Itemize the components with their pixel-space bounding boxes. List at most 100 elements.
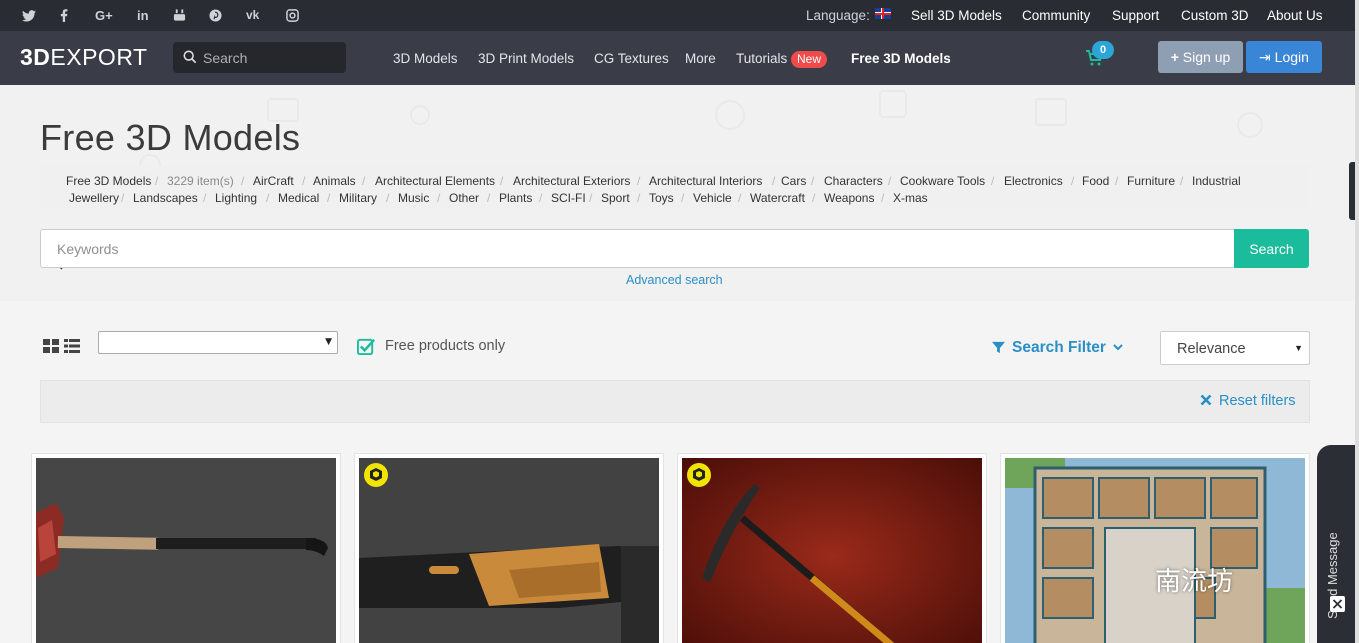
product-card[interactable] <box>677 453 987 643</box>
category-link[interactable]: Jewellery <box>69 191 119 205</box>
category-separator: / <box>121 191 125 205</box>
nav-cg-textures[interactable]: CG Textures <box>594 51 669 66</box>
breadcrumb-root[interactable]: Free 3D Models <box>66 174 151 188</box>
3d-print-badge-icon <box>687 463 711 487</box>
breadcrumb-separator: / <box>241 174 245 188</box>
category-link[interactable]: Landscapes <box>133 191 198 205</box>
item-count: 3229 item(s) <box>167 174 234 188</box>
category-link[interactable]: Music <box>398 191 429 205</box>
logo-bold: 3D <box>20 44 51 70</box>
category-link[interactable]: Cookware Tools <box>900 174 985 188</box>
product-image[interactable] <box>1005 458 1305 643</box>
category-link[interactable]: Food <box>1082 174 1109 188</box>
category-link[interactable]: Animals <box>313 174 356 188</box>
youtube-icon[interactable] <box>173 0 186 31</box>
keywords-search-button[interactable]: Search <box>1234 229 1309 268</box>
category-link[interactable]: Architectural Interiors <box>649 174 762 188</box>
category-link[interactable]: Medical <box>278 191 319 205</box>
top-link-support[interactable]: Support <box>1112 0 1159 31</box>
category-separator: / <box>539 191 543 205</box>
instagram-icon[interactable] <box>286 0 299 31</box>
login-button[interactable]: ⇥ Login <box>1246 41 1322 73</box>
category-select[interactable]: ▼ <box>98 331 338 354</box>
category-link[interactable]: Vehicle <box>693 191 732 205</box>
category-separator: / <box>881 191 885 205</box>
reset-filters-label: Reset filters <box>1219 393 1296 409</box>
top-link-sell[interactable]: Sell 3D Models <box>911 0 1002 31</box>
category-link[interactable]: Industrial <box>1192 174 1241 188</box>
top-link-about[interactable]: About Us <box>1267 0 1323 31</box>
category-separator: / <box>1071 174 1075 188</box>
header-search-input[interactable] <box>203 42 341 73</box>
product-card[interactable] <box>31 453 341 643</box>
category-link[interactable]: Furniture <box>1127 174 1175 188</box>
watermark-text: 南流坊 <box>1155 567 1234 597</box>
product-card[interactable] <box>354 453 664 643</box>
grid-view-icon[interactable] <box>43 339 59 353</box>
category-link[interactable]: Lighting <box>215 191 257 205</box>
product-card[interactable] <box>1000 453 1310 643</box>
nav-3d-print-models[interactable]: 3D Print Models <box>478 51 574 66</box>
nav-3d-models[interactable]: 3D Models <box>393 51 458 66</box>
pinterest-icon[interactable] <box>209 0 222 31</box>
category-separator: / <box>888 174 892 188</box>
category-separator: / <box>637 174 641 188</box>
category-link[interactable]: Cars <box>781 174 806 188</box>
3d-print-badge-icon <box>364 463 388 487</box>
twitter-icon[interactable] <box>22 0 36 31</box>
category-link[interactable]: SCI-FI <box>551 191 586 205</box>
logo-rest: EXPORT <box>50 44 148 70</box>
category-separator: / <box>487 191 491 205</box>
category-separator: / <box>1115 174 1119 188</box>
category-link[interactable]: Toys <box>649 191 674 205</box>
category-separator: / <box>386 191 390 205</box>
category-separator: / <box>772 174 776 188</box>
category-separator: / <box>637 191 641 205</box>
uk-flag-icon[interactable] <box>875 8 891 19</box>
close-icon[interactable] <box>1330 596 1345 612</box>
category-link[interactable]: Architectural Elements <box>375 174 495 188</box>
category-link[interactable]: Electronics <box>1004 174 1063 188</box>
nav-tutorials[interactable]: Tutorials <box>736 51 787 66</box>
product-image[interactable] <box>36 458 336 643</box>
category-separator: / <box>437 191 441 205</box>
category-link[interactable]: Sport <box>601 191 630 205</box>
list-view-icon[interactable] <box>64 339 80 353</box>
nav-more[interactable]: More <box>685 51 716 66</box>
google-plus-icon[interactable]: G+ <box>95 0 113 31</box>
free-only-label[interactable]: Free products only <box>385 338 505 354</box>
category-link[interactable]: Weapons <box>824 191 874 205</box>
plus-icon: + <box>1170 49 1183 65</box>
funnel-icon[interactable] <box>992 341 1005 354</box>
free-only-checkbox[interactable] <box>357 337 376 356</box>
active-filters-bar <box>40 380 1310 423</box>
header-search <box>173 42 346 73</box>
signup-button[interactable]: + Sign up <box>1158 41 1243 73</box>
category-link[interactable]: AirCraft <box>253 174 294 188</box>
top-link-custom3d[interactable]: Custom 3D <box>1181 0 1249 31</box>
category-link[interactable]: Plants <box>499 191 532 205</box>
vk-icon[interactable]: vk <box>246 0 259 31</box>
advanced-search-link[interactable]: Advanced search <box>626 273 723 287</box>
product-image[interactable] <box>682 458 982 643</box>
linkedin-icon[interactable]: in <box>137 0 149 31</box>
search-filter-toggle[interactable]: Search Filter <box>1012 339 1106 357</box>
new-badge: New <box>791 51 828 68</box>
category-link[interactable]: Other <box>449 191 479 205</box>
category-link[interactable]: Architectural Exteriors <box>513 174 630 188</box>
page-scrollbar[interactable] <box>1355 0 1359 643</box>
category-link[interactable]: X-mas <box>893 191 928 205</box>
chevron-down-icon[interactable] <box>1112 342 1124 352</box>
nav-free-3d-models[interactable]: Free 3D Models <box>851 51 951 66</box>
send-message-tab[interactable]: Send Message <box>1317 445 1359 643</box>
category-link[interactable]: Military <box>339 191 377 205</box>
top-link-community[interactable]: Community <box>1022 0 1090 31</box>
category-link[interactable]: Watercraft <box>750 191 805 205</box>
product-image[interactable] <box>359 458 659 643</box>
keywords-input[interactable] <box>40 229 1235 268</box>
sort-select[interactable]: Relevance ▼ <box>1160 331 1310 365</box>
site-logo[interactable]: 3DEXPORT <box>20 44 148 71</box>
breadcrumb-separator: / <box>155 174 159 188</box>
facebook-icon[interactable] <box>60 0 68 31</box>
category-link[interactable]: Characters <box>824 174 883 188</box>
